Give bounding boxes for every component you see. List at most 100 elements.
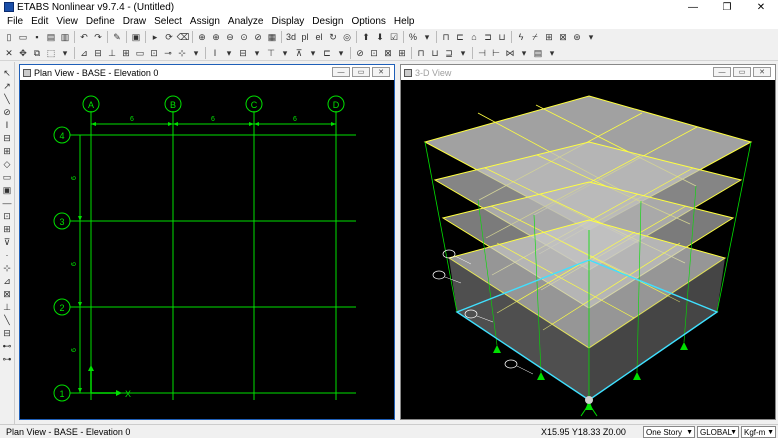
rotate-icon[interactable]: ↻ bbox=[327, 31, 339, 43]
display-table-icon[interactable]: ⊠ bbox=[557, 31, 569, 43]
pencil-icon[interactable]: ✎ bbox=[111, 31, 123, 43]
shear-wall-icon[interactable]: ⊢ bbox=[490, 47, 502, 59]
draw-dim-icon[interactable]: · bbox=[2, 249, 13, 260]
dropdown-arrow-icon[interactable]: ▾ bbox=[279, 47, 291, 59]
draw-line-icon[interactable]: ╲ bbox=[2, 93, 13, 104]
three-d-close-button[interactable]: ✕ bbox=[753, 67, 771, 77]
move-icon[interactable]: ✥ bbox=[17, 47, 29, 59]
dropdown-arrow-icon[interactable]: ▾ bbox=[421, 31, 433, 43]
zoom-window-icon[interactable]: ⊕ bbox=[196, 31, 208, 43]
object-shrink-icon[interactable]: ☑ bbox=[388, 31, 400, 43]
zoom-in-icon[interactable]: ⊕ bbox=[210, 31, 222, 43]
draw-line-grid-icon[interactable]: ⊘ bbox=[2, 106, 13, 117]
clear-icon[interactable]: ⌫ bbox=[177, 31, 190, 43]
menu-select[interactable]: Select bbox=[151, 16, 187, 27]
redo-icon[interactable]: ↷ bbox=[92, 31, 104, 43]
plan-close-button[interactable]: ✕ bbox=[372, 67, 390, 77]
draw-wall-click-icon[interactable]: ⊡ bbox=[2, 210, 13, 221]
draw-column-icon[interactable]: ⊥ bbox=[106, 47, 118, 59]
menu-analyze[interactable]: Analyze bbox=[225, 16, 269, 27]
print-icon[interactable]: ▤ bbox=[45, 31, 57, 43]
pan-icon[interactable]: ⊘ bbox=[252, 31, 264, 43]
dropdown-arrow-icon[interactable]: ▾ bbox=[546, 47, 558, 59]
delete-icon[interactable]: ✕ bbox=[3, 47, 15, 59]
rubber-band-icon[interactable]: ▦ bbox=[266, 31, 278, 43]
spring-icon[interactable]: ⊔ bbox=[496, 31, 508, 43]
menu-define[interactable]: Define bbox=[83, 16, 120, 27]
zoom-out-icon[interactable]: ⊖ bbox=[224, 31, 236, 43]
plan-view-titlebar[interactable]: Plan View - BASE - Elevation 0 — ▭ ✕ bbox=[20, 65, 394, 80]
draw-wall-side-icon[interactable]: — bbox=[2, 197, 13, 208]
undo-icon[interactable]: ↶ bbox=[78, 31, 90, 43]
dropdown-arrow-icon[interactable]: ▾ bbox=[190, 47, 202, 59]
open-folder-icon[interactable]: ▭ bbox=[17, 31, 29, 43]
dropdown-arrow-icon[interactable]: ▾ bbox=[307, 47, 319, 59]
assign-area-icon[interactable]: ⊏ bbox=[321, 47, 333, 59]
refresh-icon[interactable]: ⟳ bbox=[163, 31, 175, 43]
dropdown-arrow-icon[interactable]: ▾ bbox=[585, 31, 597, 43]
deformed-shape-icon[interactable]: ⌿ bbox=[529, 31, 541, 43]
draw-area-icon[interactable]: ⊞ bbox=[120, 47, 132, 59]
move-down-icon[interactable]: ⬇ bbox=[374, 31, 386, 43]
minimize-button[interactable]: — bbox=[676, 0, 710, 14]
three-d-view-window[interactable]: 3-D View — ▭ ✕ bbox=[400, 64, 776, 420]
dropdown-arrow-icon[interactable]: ▾ bbox=[223, 47, 235, 59]
dropdown-arrow-icon[interactable]: ▾ bbox=[518, 47, 530, 59]
three-d-minimize-button[interactable]: — bbox=[713, 67, 731, 77]
dropdown-arrow-icon[interactable]: ▾ bbox=[335, 47, 347, 59]
shell-icon[interactable]: ⌂ bbox=[468, 31, 480, 43]
truss-icon[interactable]: ⋈ bbox=[504, 47, 516, 59]
display-output-icon[interactable]: ⊠ bbox=[382, 47, 394, 59]
snap-mid-icon[interactable]: ⊷ bbox=[2, 340, 13, 351]
close-button[interactable]: ✕ bbox=[744, 0, 778, 14]
plan-view-canvas[interactable]: A B C D 4 3 2 1 6 6 6 6 6 6 X bbox=[20, 80, 394, 419]
snap-point-icon[interactable]: ⊹ bbox=[2, 262, 13, 273]
reshape-icon[interactable]: ↗ bbox=[2, 80, 13, 91]
composite-design-icon[interactable]: ⊒ bbox=[443, 47, 455, 59]
plan-minimize-button[interactable]: — bbox=[332, 67, 350, 77]
perspective-icon[interactable]: ◎ bbox=[341, 31, 353, 43]
dropdown-arrow-icon[interactable]: ▾ bbox=[59, 47, 71, 59]
draw-section-cut-icon[interactable]: ⊽ bbox=[2, 236, 13, 247]
draw-beam-icon[interactable]: ⊟ bbox=[92, 47, 104, 59]
snap-intersection-icon[interactable]: ⊠ bbox=[2, 288, 13, 299]
section-cut-icon[interactable]: I bbox=[209, 47, 221, 59]
frame-icon[interactable]: ⊓ bbox=[440, 31, 452, 43]
three-d-view-canvas[interactable] bbox=[401, 80, 775, 419]
snap-all-icon[interactable]: ⊶ bbox=[2, 353, 13, 364]
steel-design-icon[interactable]: ⊓ bbox=[415, 47, 427, 59]
save-icon[interactable]: ▪ bbox=[31, 31, 43, 43]
three-d-maximize-button[interactable]: ▭ bbox=[733, 67, 751, 77]
draw-frame-icon[interactable]: ⊿ bbox=[78, 47, 90, 59]
percent-dropdown[interactable]: % bbox=[407, 31, 419, 43]
display-loads-icon[interactable]: ⊘ bbox=[354, 47, 366, 59]
assign-frame-icon[interactable]: ⊤ bbox=[265, 47, 277, 59]
dropdown-arrow-icon[interactable]: ▾ bbox=[251, 47, 263, 59]
dropdown-arrow-icon[interactable]: ▾ bbox=[457, 47, 469, 59]
draw-poly-area-icon[interactable]: ◇ bbox=[2, 158, 13, 169]
draw-column-side-icon[interactable]: Ⅰ bbox=[2, 119, 13, 130]
menu-design[interactable]: Design bbox=[309, 16, 348, 27]
forces-icon[interactable]: ⊞ bbox=[543, 31, 555, 43]
design-icon[interactable]: ⊛ bbox=[571, 31, 583, 43]
snap-end-icon[interactable]: ⊿ bbox=[2, 275, 13, 286]
plan-maximize-button[interactable]: ▭ bbox=[352, 67, 370, 77]
draw-brace-icon[interactable]: ⊟ bbox=[2, 132, 13, 143]
new-file-icon[interactable]: ▯ bbox=[3, 31, 15, 43]
view-3d-button[interactable]: 3d bbox=[285, 31, 297, 43]
plan-view-button[interactable]: pl bbox=[299, 31, 311, 43]
pointer-icon[interactable]: ↖ bbox=[2, 67, 13, 78]
draw-wall-icon[interactable]: ▭ bbox=[134, 47, 146, 59]
display-section-icon[interactable]: ⊡ bbox=[368, 47, 380, 59]
menu-file[interactable]: File bbox=[4, 16, 28, 27]
menu-help[interactable]: Help bbox=[391, 16, 420, 27]
assign-restraint-icon[interactable]: ⊟ bbox=[237, 47, 249, 59]
menu-assign[interactable]: Assign bbox=[187, 16, 225, 27]
move-up-icon[interactable]: ⬆ bbox=[360, 31, 372, 43]
brace-icon[interactable]: ⊏ bbox=[454, 31, 466, 43]
draw-area-click-icon[interactable]: ▣ bbox=[2, 184, 13, 195]
display-mode-icon[interactable]: ⊞ bbox=[396, 47, 408, 59]
snap-line-icon[interactable]: ╲ bbox=[2, 314, 13, 325]
plan-view-window[interactable]: Plan View - BASE - Elevation 0 — ▭ ✕ A B… bbox=[19, 64, 395, 420]
lock-icon[interactable]: ▣ bbox=[130, 31, 142, 43]
